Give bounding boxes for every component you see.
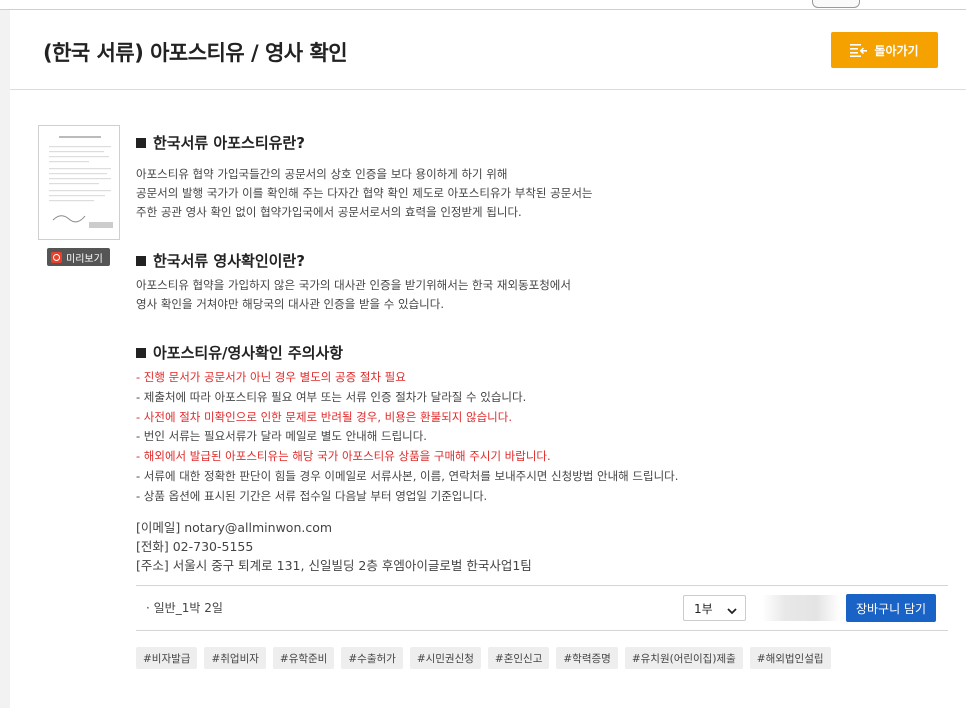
caution-item: - 상품 옵션에 표시된 기간은 서류 접수일 다음날 부터 영업일 기준입니다…	[136, 488, 488, 503]
tag-list: #비자발급 #취업비자 #유학준비 #수출허가 #시민권신청 #혼인신고 #학력…	[136, 647, 831, 669]
back-button[interactable]: 돌아가기	[831, 32, 938, 68]
body-line: 공문서의 발행 국가가 이를 확인해 주는 다자간 협약 확인 제도로 아포스티…	[136, 186, 593, 200]
section-title-text: 한국서류 영사확인이란?	[153, 252, 305, 270]
top-nav-button[interactable]	[812, 0, 860, 8]
caution-item: - 해외에서 발급된 아포스티유는 해당 국가 아포스티유 상품을 구매해 주시…	[136, 449, 551, 464]
tag-item[interactable]: #혼인신고	[487, 647, 550, 669]
caution-list: - 진행 문서가 공문서가 아닌 경우 별도의 공증 절차 필요 - 제출처에 …	[136, 368, 678, 507]
tag-item[interactable]: #비자발급	[136, 647, 198, 669]
tag-item[interactable]: #해외법인설립	[749, 647, 831, 669]
page-container: (한국 서류) 아포스티유 / 영사 확인 돌아가기 미리보기 한국서류 아포스…	[10, 10, 966, 708]
page-title: (한국 서류) 아포스티유 / 영사 확인	[43, 41, 348, 65]
preview-button[interactable]: 미리보기	[47, 248, 110, 266]
list-back-icon	[850, 43, 868, 57]
section-title-text: 아포스티유/영사확인 주의사항	[153, 344, 344, 362]
body-line: 영사 확인을 거쳐야만 해당국의 대사관 인증을 받을 수 있습니다.	[136, 297, 444, 311]
preview-button-label: 미리보기	[66, 253, 103, 265]
body-line: 아포스티유 협약을 가입하지 않은 국가의 대사관 인증을 받기위해서는 한국 …	[136, 278, 571, 292]
product-option-bar: · 일반_1박 2일 1부 장바구니 담기	[136, 585, 948, 631]
contact-info: [이메일] notary@allminwon.com [전화] 02-730-5…	[136, 518, 532, 575]
price-placeholder	[762, 595, 840, 621]
back-button-label: 돌아가기	[874, 43, 919, 58]
tag-item[interactable]: #취업비자	[204, 647, 266, 669]
body-line: 아포스티유 협약 가입국들간의 공문서의 상호 인증을 보다 용이하게 하기 위…	[136, 167, 508, 181]
contact-phone: [전화] 02-730-5155	[136, 539, 254, 554]
tag-item[interactable]: #시민권신청	[409, 647, 481, 669]
quantity-value: 1부	[694, 601, 713, 616]
quantity-select[interactable]: 1부	[683, 595, 746, 621]
caution-item: - 진행 문서가 공문서가 아닌 경우 별도의 공증 절차 필요	[136, 370, 406, 384]
square-bullet-icon	[136, 255, 146, 266]
page-header: (한국 서류) 아포스티유 / 영사 확인 돌아가기	[10, 10, 966, 90]
option-label: · 일반_1박 2일	[146, 601, 223, 615]
preview-icon	[51, 251, 62, 263]
caution-item: - 번인 서류는 필요서류가 달라 메일로 별도 안내해 드립니다.	[136, 429, 427, 444]
section-title-consular: 한국서류 영사확인이란?	[136, 250, 305, 271]
square-bullet-icon	[136, 347, 146, 358]
section-title-text: 한국서류 아포스티유란?	[153, 134, 305, 152]
body-line: 주한 공관 영사 확인 없이 협약가입국에서 공문서로서의 효력을 인정받게 됩…	[136, 205, 522, 219]
caution-item: - 사전에 절차 미확인으로 인한 문제로 반려될 경우, 비용은 환불되지 않…	[136, 409, 512, 424]
square-bullet-icon	[136, 137, 146, 148]
tag-item[interactable]: #수출허가	[341, 647, 403, 669]
tag-item[interactable]: #학력증명	[556, 647, 618, 669]
chevron-down-icon	[727, 604, 737, 618]
contact-email: [이메일] notary@allminwon.com	[136, 520, 333, 535]
caution-item: - 서류에 대한 정확한 판단이 힘들 경우 이메일로 서류사본, 이름, 연락…	[136, 468, 679, 483]
top-nav-bar	[0, 0, 966, 10]
document-thumbnail[interactable]	[38, 125, 120, 240]
section-body-apostille: 아포스티유 협약 가입국들간의 공문서의 상호 인증을 보다 용이하게 하기 위…	[136, 165, 592, 222]
caution-item: - 제출처에 따라 아포스티유 필요 여부 또는 서류 인증 절차가 달라질 수…	[136, 389, 527, 404]
tag-item[interactable]: #유학준비	[272, 647, 335, 669]
tag-item[interactable]: #유치원(어린이집)제출	[624, 647, 743, 669]
add-to-cart-button[interactable]: 장바구니 담기	[846, 594, 936, 622]
section-title-apostille: 한국서류 아포스티유란?	[136, 132, 305, 153]
section-body-consular: 아포스티유 협약을 가입하지 않은 국가의 대사관 인증을 받기위해서는 한국 …	[136, 276, 571, 314]
section-title-cautions: 아포스티유/영사확인 주의사항	[136, 342, 343, 363]
contact-address: [주소] 서울시 중구 퇴계로 131, 신일빌딩 2층 후엠아이글로벌 한국사…	[136, 558, 532, 573]
